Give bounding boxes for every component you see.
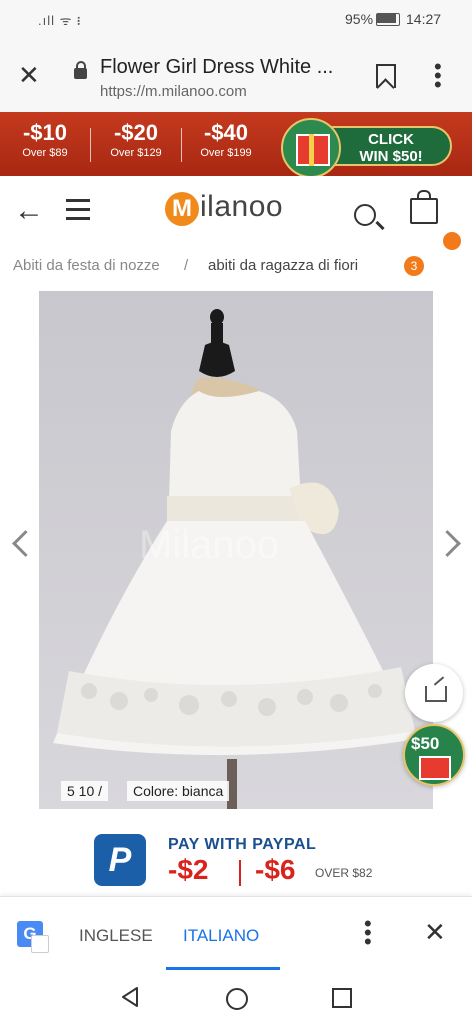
breadcrumb-link[interactable]: Abiti da festa di nozze: [13, 257, 160, 274]
deal-2: -$20 Over $129: [100, 120, 172, 159]
language-option-inglese[interactable]: INGLESE: [79, 926, 153, 946]
deal-condition: Over $89: [22, 147, 68, 159]
nav-home-icon[interactable]: [226, 988, 248, 1010]
deal-3: -$40 Over $199: [190, 120, 262, 159]
page-title[interactable]: Flower Girl Dress White ...: [100, 56, 350, 79]
google-translate-icon: G: [17, 921, 49, 953]
translate-bar: G INGLESE ITALIANO • • • ✕: [0, 896, 472, 973]
clock: 14:27: [406, 11, 442, 27]
color-label: Colore: bianca: [127, 781, 230, 801]
site-header: ← M ilanoo: [0, 176, 472, 250]
gift-ribbon: [309, 134, 314, 166]
search-icon[interactable]: [354, 204, 376, 226]
cta-line-1: CLICK: [368, 131, 414, 148]
logo-text[interactable]: ilanoo: [200, 190, 283, 224]
status-bar: .ıll ᯤ ᎒ 95% 14:27: [0, 0, 472, 38]
breadcrumb-separator: /: [184, 257, 189, 274]
chevron-left-icon[interactable]: [12, 530, 39, 557]
deal-condition: Over $129: [110, 147, 162, 159]
url-text[interactable]: https://m.milanoo.com: [100, 83, 247, 100]
divider: [181, 128, 182, 162]
discount-threshold: OVER $82: [315, 866, 373, 880]
watermark: Milanoo: [139, 523, 280, 567]
deal-condition: Over $199: [200, 147, 252, 159]
share-icon: [425, 686, 447, 702]
breadcrumb: Abiti da festa di nozze / abiti da ragaz…: [0, 246, 472, 284]
chevron-right-icon[interactable]: [434, 530, 461, 557]
deal-amount: -$40: [203, 120, 249, 145]
nav-back-icon[interactable]: [120, 986, 140, 1008]
lock-icon[interactable]: [74, 61, 87, 79]
click-win-button[interactable]: CLICK WIN $50!: [330, 126, 452, 166]
battery-percent: 95%: [345, 11, 374, 27]
deal-amount: -$20: [113, 120, 159, 145]
gift-button[interactable]: $50: [403, 724, 465, 786]
paypal-logo: P: [94, 834, 146, 886]
product-image[interactable]: Milanoo 5 10 / Colore: bianca: [39, 291, 433, 809]
divider: [239, 860, 241, 886]
close-icon[interactable]: ✕: [424, 917, 446, 948]
menu-icon[interactable]: [66, 199, 90, 220]
signal-icons: .ıll ᯤ ᎒: [38, 13, 82, 28]
bag-icon[interactable]: [410, 190, 438, 224]
more-icon[interactable]: • • •: [364, 913, 372, 953]
logo-mark[interactable]: M: [165, 192, 199, 226]
browser-toolbar: ✕ Flower Girl Dress White ... https://m.…: [0, 38, 472, 112]
more-icon[interactable]: • • •: [434, 56, 442, 96]
gift-icon: [419, 756, 451, 780]
gift-icon: [281, 118, 341, 178]
divider: [90, 128, 91, 162]
deal-1: -$10 Over $89: [14, 120, 76, 159]
breadcrumb-current[interactable]: abiti da ragazza di fiori: [208, 257, 358, 274]
gift-label: $50: [411, 734, 440, 753]
count-badge: 3: [404, 256, 424, 276]
paypal-banner[interactable]: P PAY WITH PAYPAL -$2 -$6 OVER $82: [0, 826, 472, 896]
discount-1: -$2: [168, 854, 209, 885]
active-tab-indicator: [166, 967, 280, 970]
bookmark-icon[interactable]: [376, 64, 396, 88]
close-icon[interactable]: ✕: [18, 60, 40, 91]
nav-recents-icon[interactable]: [332, 988, 352, 1008]
image-counter: 5 10 /: [61, 781, 109, 801]
deal-amount: -$10: [22, 120, 68, 145]
cta-line-2: WIN $50!: [359, 148, 423, 165]
system-nav-bar: [0, 972, 472, 1024]
language-option-italiano[interactable]: ITALIANO: [183, 926, 259, 946]
back-arrow-icon[interactable]: ←: [14, 194, 44, 228]
battery-level: [377, 14, 396, 23]
paypal-headline: PAY WITH PAYPAL: [168, 836, 317, 853]
promo-banner[interactable]: -$10 Over $89 -$20 Over $129 -$40 Over $…: [0, 112, 472, 178]
discount-2: -$6: [255, 854, 296, 885]
share-button[interactable]: [405, 664, 463, 722]
